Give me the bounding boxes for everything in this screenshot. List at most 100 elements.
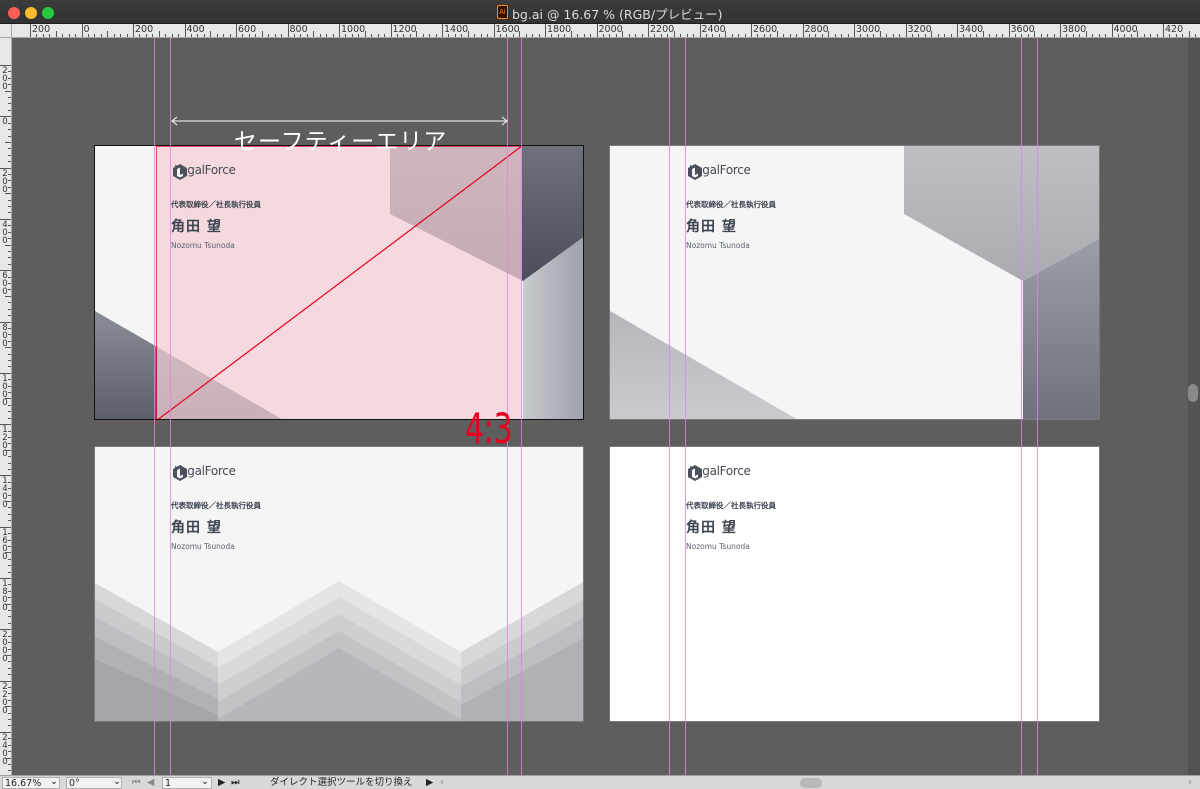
ruler-minor-tick <box>8 289 11 291</box>
person-name-romaji: Nozomu Tsunoda <box>686 542 750 551</box>
ruler-minor-tick <box>615 34 617 37</box>
ruler-minor-tick <box>995 34 997 37</box>
ruler-origin-corner[interactable] <box>0 24 12 38</box>
ruler-minor-tick <box>36 34 38 37</box>
job-title: 代表取締役／社長執行役員 <box>686 501 776 510</box>
ruler-minor-tick <box>8 436 11 438</box>
ruler-minor-tick <box>152 34 154 37</box>
ruler-minor-tick <box>300 34 302 37</box>
ruler-minor-tick <box>216 34 218 37</box>
ruler-minor-tick <box>950 34 952 37</box>
legalforce-logo-icon <box>173 164 187 180</box>
ruler-minor-tick <box>1182 34 1184 37</box>
guide-line[interactable] <box>669 38 670 775</box>
ruler-minor-tick <box>8 699 11 701</box>
ruler-minor-tick <box>293 34 295 37</box>
ruler-minor-tick <box>5 552 11 554</box>
vertical-scrollbar-thumb[interactable] <box>1188 384 1198 402</box>
ruler-minor-tick <box>8 379 11 381</box>
ruler-minor-tick <box>8 129 11 131</box>
company-logo: LegalForce <box>171 464 236 481</box>
ruler-minor-tick <box>8 359 11 361</box>
ruler-minor-tick <box>248 34 250 37</box>
ruler-minor-tick <box>1117 34 1119 37</box>
status-menu-arrow-icon[interactable]: ▶ <box>426 777 433 789</box>
artboard-2[interactable]: LegalForce 代表取締役／社長執行役員 角田 望 Nozomu Tsun… <box>609 145 1100 420</box>
ruler-minor-tick <box>744 34 746 37</box>
ruler-minor-tick <box>435 34 437 37</box>
ruler-minor-tick <box>197 34 199 37</box>
guide-line[interactable] <box>685 38 686 775</box>
legalforce-logo-icon <box>688 465 702 481</box>
business-card-2: LegalForce 代表取締役／社長執行役員 角田 望 Nozomu Tsun… <box>610 146 1099 419</box>
ruler-minor-tick <box>924 34 926 37</box>
ruler-minor-tick <box>8 417 11 419</box>
rotation-dropdown-chevron-icon[interactable]: ⌄ <box>113 776 121 788</box>
vertical-ruler[interactable]: 200 0 200 400 600 800 1000 1200 1400 1600 1800 2000… <box>0 38 12 775</box>
ruler-minor-tick <box>783 34 785 37</box>
ruler-minor-tick <box>8 648 11 650</box>
job-title: 代表取締役／社長執行役員 <box>171 501 261 510</box>
ruler-minor-tick <box>75 34 77 37</box>
ruler-minor-tick <box>1105 34 1107 37</box>
ruler-label: 200 <box>32 24 51 35</box>
ruler-minor-tick <box>8 693 11 695</box>
ruler-minor-tick <box>8 687 11 688</box>
horizontal-ruler[interactable]: 200 0 200 400 600 800 1000 1200 1400 1600 1800 2000… <box>12 24 1200 38</box>
ruler-minor-tick <box>8 558 11 560</box>
ruler-minor-tick <box>120 34 122 37</box>
ruler-minor-tick <box>796 34 798 37</box>
artboard-dropdown-chevron-icon[interactable]: ⌄ <box>201 776 209 788</box>
artboard-3[interactable]: LegalForce 代表取締役／社長執行役員 角田 望 Nozomu Tsun… <box>94 446 584 722</box>
guide-line[interactable] <box>154 38 155 775</box>
first-artboard-icon[interactable]: ⏮ <box>132 777 141 789</box>
maximize-window-button[interactable] <box>42 7 54 19</box>
zoom-dropdown-chevron-icon[interactable]: ⌄ <box>50 776 58 788</box>
ruler-minor-tick <box>892 34 894 37</box>
ruler-minor-tick <box>158 31 160 37</box>
ruler-minor-tick <box>461 34 463 37</box>
horizontal-scrollbar-thumb[interactable] <box>800 778 822 788</box>
ruler-minor-tick <box>8 667 11 669</box>
ruler-minor-tick <box>8 315 11 317</box>
artboard-1[interactable]: LegalForce 代表取締役／社長執行役員 角田 望 Nozomu Tsun… <box>94 145 584 420</box>
scroll-left-icon[interactable]: ‹ <box>440 777 444 789</box>
guide-line[interactable] <box>170 38 171 775</box>
ruler-minor-tick <box>8 661 11 663</box>
close-window-button[interactable] <box>8 7 20 19</box>
ruler-minor-tick <box>1188 31 1190 37</box>
status-bar: 16.67% ⌄ 0° ⌄ ⏮ ◀ 1 ⌄ ▶ ⏭ ダイレクト選択ツールを切り換… <box>0 775 1200 789</box>
ruler-label: 400 <box>186 24 205 35</box>
ruler-label: 600 <box>238 24 257 35</box>
ruler-label: 420 <box>1165 24 1184 35</box>
ruler-minor-tick <box>519 31 521 37</box>
scroll-right-icon[interactable]: › <box>1188 777 1192 789</box>
ruler-minor-tick <box>268 34 270 37</box>
ruler-major-tick <box>699 24 701 37</box>
ruler-minor-tick <box>8 199 11 201</box>
ruler-major-tick <box>1111 24 1113 37</box>
ruler-minor-tick <box>982 31 984 37</box>
ruler-minor-tick <box>577 34 579 37</box>
business-card-1: LegalForce 代表取締役／社長執行役員 角田 望 Nozomu Tsun… <box>95 146 583 419</box>
guide-line[interactable] <box>1037 38 1038 775</box>
artboard-4[interactable]: LegalForce 代表取締役／社長執行役員 角田 望 Nozomu Tsun… <box>609 446 1100 722</box>
ruler-minor-tick <box>8 283 11 285</box>
person-name-romaji: Nozomu Tsunoda <box>171 542 235 551</box>
last-artboard-icon[interactable]: ⏭ <box>231 777 240 789</box>
ruler-minor-tick <box>8 744 11 746</box>
ruler-minor-tick <box>1079 34 1081 37</box>
ruler-minor-tick <box>731 34 733 37</box>
previous-artboard-icon[interactable]: ◀ <box>147 777 154 789</box>
business-card-3: LegalForce 代表取締役／社長執行役員 角田 望 Nozomu Tsun… <box>95 447 583 721</box>
document-canvas[interactable]: LegalForce 代表取締役／社長執行役員 角田 望 Nozomu Tsun… <box>12 38 1188 775</box>
next-artboard-icon[interactable]: ▶ <box>218 777 225 789</box>
guide-line[interactable] <box>1021 38 1022 775</box>
ruler-minor-tick <box>139 34 141 37</box>
ruler-minor-tick <box>8 738 11 740</box>
ruler-minor-tick <box>847 34 849 37</box>
minimize-window-button[interactable] <box>25 7 37 19</box>
person-name: 角田 望 <box>171 520 222 536</box>
guide-line[interactable] <box>521 38 522 775</box>
ruler-minor-tick <box>5 347 11 349</box>
